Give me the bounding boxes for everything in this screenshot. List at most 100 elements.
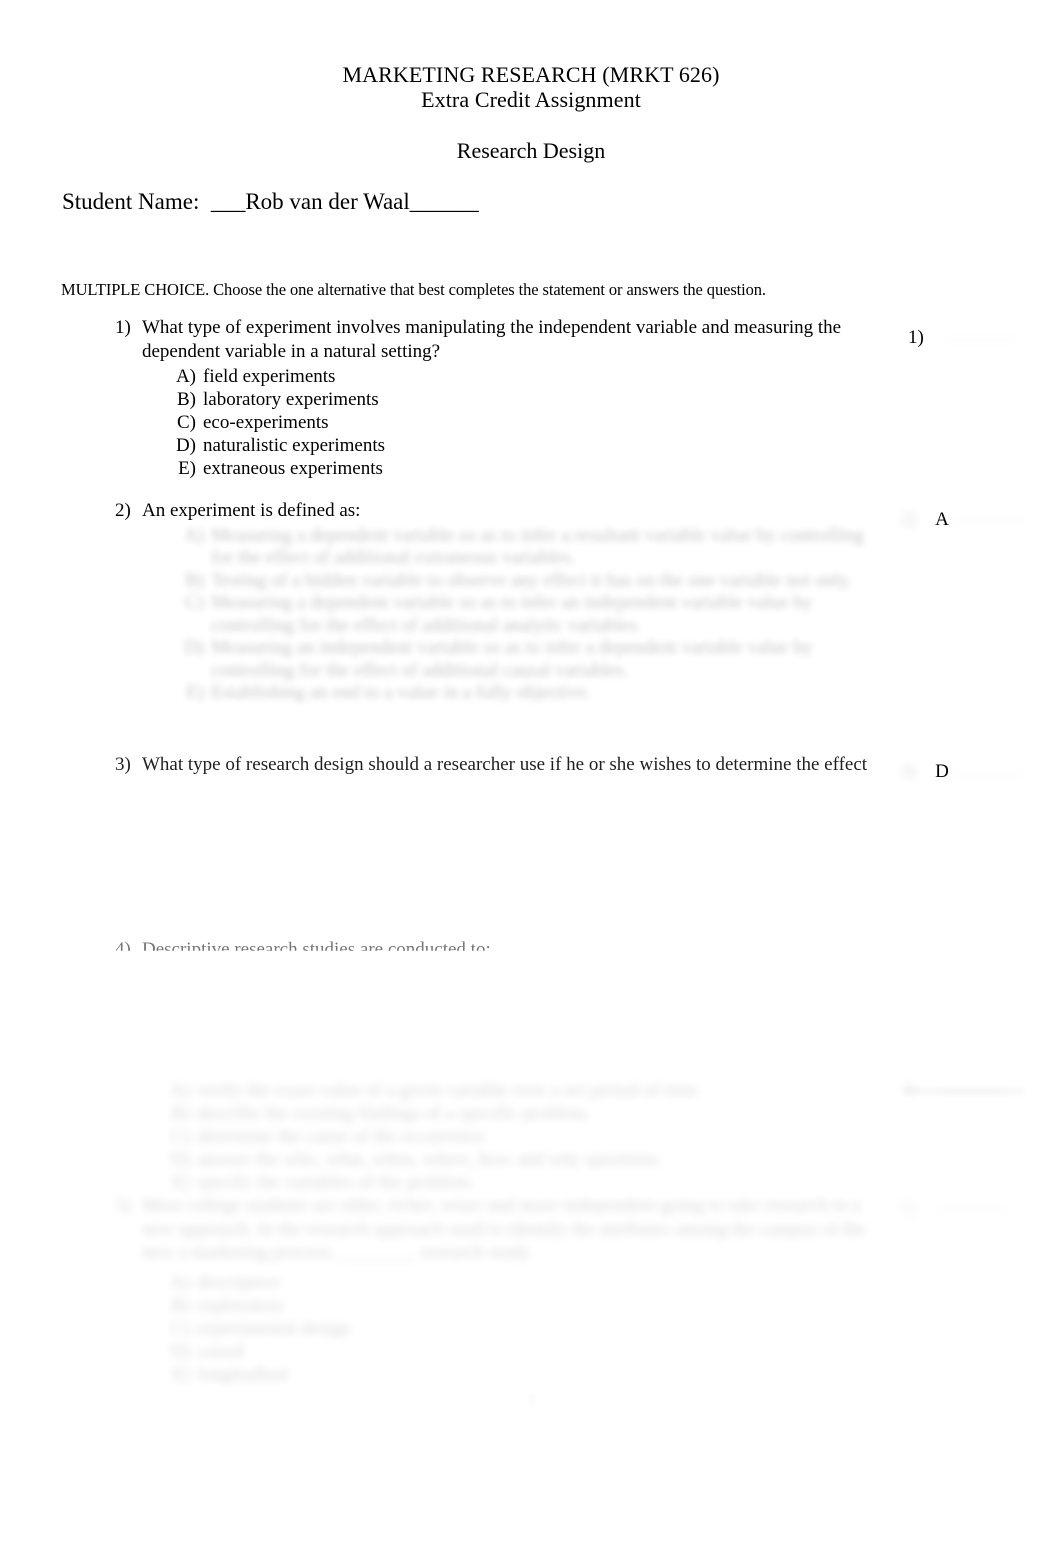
answer-3-rule [953, 773, 1025, 774]
answer-5-rule [937, 1210, 1009, 1211]
option-d-text: naturalistic experiments [203, 435, 386, 456]
option-b-text: describe the existing findings of a spec… [197, 1103, 591, 1124]
option-c-text: Measuring a dependent variable so as to … [211, 592, 813, 636]
option-b-letter: B) [177, 389, 196, 410]
option-d[interactable]: D) answer the who, what, when, where, ho… [161, 1148, 875, 1171]
option-c[interactable]: C) Measuring a dependent variable so as … [175, 592, 875, 637]
answer-2-value: A [935, 509, 949, 530]
margin-smudge [905, 1088, 1025, 1094]
option-c[interactable]: C) determine the cause of the occurrence… [161, 1125, 875, 1148]
question-5: 5) Most college students are older, rich… [115, 1194, 880, 1386]
option-a-text: verify the exact value of a given variab… [197, 1080, 703, 1101]
option-e-text: longitudinal [197, 1363, 289, 1385]
option-b[interactable]: B) exploratory [161, 1294, 880, 1317]
question-1-prompt: 1) What type of experiment involves mani… [115, 316, 875, 363]
student-name-field: Student Name: ___Rob van der Waal______ [62, 188, 479, 216]
option-b[interactable]: B) laboratory experiments [167, 388, 875, 411]
option-a-letter: A) [175, 366, 196, 387]
option-a-letter: A) [183, 524, 204, 546]
question-3-text: What type of research design should a re… [142, 754, 868, 799]
question-5-text: Most college students are older, richer,… [142, 1195, 866, 1263]
option-d-letter: D) [175, 435, 196, 456]
option-a-text: field experiments [203, 366, 336, 387]
option-b-letter: B) [171, 1294, 190, 1316]
answer-5-number: 5) [900, 1198, 916, 1219]
option-a[interactable]: A) field experiments [167, 365, 875, 388]
option-e-letter: E) [172, 1172, 190, 1193]
document-header: MARKETING RESEARCH (MRKT 626) Extra Cred… [0, 62, 1062, 112]
answer-slot-1[interactable]: 1) [908, 326, 1017, 349]
option-c-letter: C) [177, 412, 196, 433]
option-c[interactable]: C) experimental design [161, 1317, 880, 1340]
question-4-options: A) verify the exact value of a given var… [115, 1079, 875, 1194]
answer-slot-2[interactable]: 2) A [900, 508, 1025, 531]
option-e[interactable]: E) extraneous experiments [167, 457, 875, 480]
answer-2-rule [953, 521, 1025, 522]
question-1-options: A) field experiments B) laboratory exper… [115, 365, 875, 480]
question-4-text: Descriptive research studies are conduct… [142, 939, 491, 960]
section-title: Research Design [456, 138, 606, 163]
option-e-letter: E) [186, 682, 204, 703]
option-c[interactable]: C) eco-experiments [167, 411, 875, 434]
option-e-letter: E) [172, 1363, 190, 1385]
question-3-prompt: 3) What type of research design should a… [115, 753, 877, 799]
option-d[interactable]: D) naturalistic experiments [167, 434, 875, 457]
document-page: MARKETING RESEARCH (MRKT 626) Extra Cred… [0, 0, 1062, 1561]
question-5-options: A) descriptive B) exploratory C) experim… [115, 1271, 880, 1386]
option-a-text: Measuring a dependent variable so as to … [211, 524, 864, 569]
question-4: 4) Descriptive research studies are cond… [115, 938, 875, 960]
page-number: 1 [526, 1390, 536, 1409]
student-name-value: Rob van der Waal [245, 189, 410, 214]
option-a[interactable]: A) Measuring a dependent variable so as … [175, 525, 875, 570]
option-d-text: answer the who, what, when, where, how a… [197, 1149, 663, 1170]
option-d-letter: D) [169, 1149, 190, 1170]
option-c-letter: C) [171, 1126, 190, 1147]
question-2-prompt: 2) An experiment is defined as: [115, 499, 875, 523]
option-a[interactable]: A) verify the exact value of a given var… [161, 1079, 875, 1102]
question-4-prompt: 4) Descriptive research studies are cond… [115, 938, 875, 960]
option-e[interactable]: E) longitudinal [161, 1363, 880, 1386]
question-4-number: 4) [115, 939, 131, 960]
option-d[interactable]: D) Measuring an independent variable so … [175, 637, 875, 682]
question-1: 1) What type of experiment involves mani… [115, 316, 875, 480]
option-b-text: Testing of a hidden variable to observe … [211, 569, 853, 591]
question-3: 3) What type of research design should a… [115, 753, 877, 799]
option-b-letter: B) [185, 569, 204, 591]
option-d[interactable]: D) causal [161, 1340, 880, 1363]
answer-1-number: 1) [908, 327, 924, 348]
option-b[interactable]: B) describe the existing findings of a s… [161, 1102, 875, 1125]
answer-2-number: 2) [900, 509, 916, 530]
option-b-text: laboratory experiments [203, 389, 379, 410]
question-1-text: What type of experiment involves manipul… [142, 317, 842, 362]
question-5-number: 5) [115, 1195, 131, 1216]
course-title: MARKETING RESEARCH (MRKT 626) [342, 62, 720, 87]
option-b-letter: B) [171, 1103, 190, 1124]
question-4-options-group: A) verify the exact value of a given var… [115, 1077, 875, 1194]
option-e-text: extraneous experiments [203, 458, 383, 479]
answer-slot-5[interactable]: 5) [900, 1197, 1009, 1220]
option-d-text: Measuring an independent variable so as … [211, 637, 813, 681]
option-b[interactable]: B) Testing of a hidden variable to obser… [175, 570, 875, 593]
option-d-letter: D) [169, 1340, 190, 1362]
option-e-letter: E) [178, 458, 196, 479]
question-2-options: A) Measuring a dependent variable so as … [115, 525, 875, 705]
option-e[interactable]: E) specify the variables of the problem. [161, 1171, 875, 1194]
question-2-text: An experiment is defined as: [142, 500, 361, 521]
option-a-letter: A) [169, 1080, 190, 1101]
option-e-text: specify the variables of the problem. [197, 1172, 475, 1193]
option-e[interactable]: E) Establishing an end to a value in a f… [175, 682, 875, 705]
question-2-number: 2) [115, 500, 131, 521]
instruction-text: MULTIPLE CHOICE. Choose the one alternat… [61, 280, 766, 299]
option-b-text: exploratory [197, 1294, 285, 1316]
option-c-letter: C) [171, 1317, 190, 1339]
option-c-text: eco-experiments [203, 412, 329, 433]
option-d-text: causal [197, 1340, 245, 1362]
option-a[interactable]: A) descriptive [161, 1271, 880, 1294]
option-c-text: experimental design [197, 1317, 351, 1339]
answer-slot-3[interactable]: 3) D [900, 760, 1025, 783]
answer-3-value: D [935, 761, 949, 782]
question-1-number: 1) [115, 317, 131, 338]
option-e-text: Establishing an end to a value in a full… [211, 682, 591, 703]
assignment-title: Extra Credit Assignment [421, 87, 641, 112]
option-a-text: descriptive [197, 1271, 281, 1293]
